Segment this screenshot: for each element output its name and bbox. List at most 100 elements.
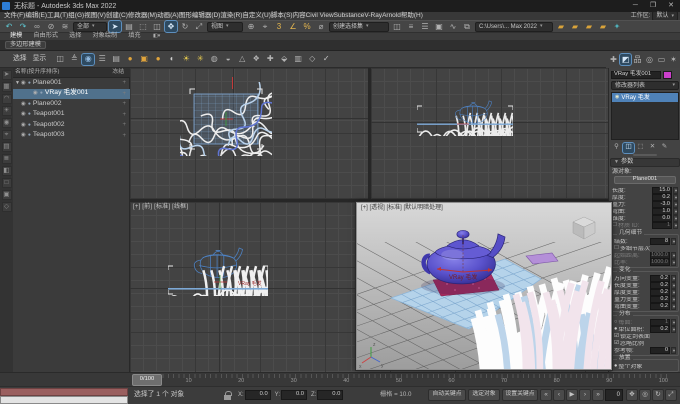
- explorer-sort-header[interactable]: 名称(按升序排序): [15, 69, 59, 76]
- select-and-rotate-icon[interactable]: ↻: [179, 21, 191, 32]
- param-value[interactable]: 0.2: [652, 194, 672, 201]
- select-and-move-icon[interactable]: ✥: [164, 20, 178, 33]
- render-elements-icon[interactable]: ◍: [208, 54, 220, 65]
- eye-icon[interactable]: ◉: [21, 101, 26, 108]
- eye-icon[interactable]: ◉: [33, 90, 38, 97]
- viewport-label[interactable]: [+] [透视] [标准] [默认明暗处理]: [361, 205, 443, 211]
- spinner-snap-toggle-icon[interactable]: ⌀: [315, 21, 327, 32]
- hierarchy-tab-icon[interactable]: 品: [632, 54, 643, 65]
- go-to-start-button[interactable]: «: [540, 389, 552, 401]
- next-frame-button[interactable]: ›: [579, 389, 591, 401]
- toggle-scene-explorer-icon[interactable]: ◉: [81, 52, 96, 66]
- menu-item[interactable]: 创建(C): [106, 12, 128, 19]
- explorer-filter-icon[interactable]: ◉: [1, 118, 12, 128]
- select-object-icon[interactable]: ➤: [108, 20, 122, 33]
- param-row[interactable]: 厚度变量: 0.2: [612, 289, 678, 296]
- menu-item[interactable]: 文件(F): [4, 12, 25, 19]
- spinner[interactable]: [671, 238, 676, 245]
- menu-item[interactable]: V-Ray: [364, 12, 382, 19]
- object-name[interactable]: Plane002: [33, 100, 62, 108]
- explorer-filter-icon[interactable]: ☀: [1, 106, 12, 116]
- rectangular-selection-region-icon[interactable]: ⬚: [137, 21, 149, 32]
- param-value[interactable]: 1000.0: [650, 259, 670, 266]
- spinner[interactable]: [671, 289, 676, 296]
- menu-item[interactable]: 组(G): [68, 12, 84, 19]
- spinner[interactable]: [671, 296, 676, 303]
- explorer-menu[interactable]: 显示: [33, 55, 47, 63]
- ribbon-tab[interactable]: 自由形式: [33, 33, 58, 39]
- time-slider-handle[interactable]: 0/100: [132, 374, 162, 386]
- param-value[interactable]: 1.0: [652, 208, 672, 215]
- vray-toolbar-icon[interactable]: ✓: [320, 54, 332, 65]
- spinner[interactable]: [673, 201, 678, 208]
- param-value[interactable]: 0.2: [650, 289, 670, 296]
- modifier-list-dropdown[interactable]: 修改器列表 ▾: [611, 81, 679, 90]
- list-item[interactable]: ◉ ● VRay 毛发001 +: [13, 88, 130, 99]
- param-value[interactable]: 1000.0: [650, 252, 670, 259]
- freeze-toggle[interactable]: +: [122, 80, 126, 86]
- auto-key-button[interactable]: 自动关键点: [428, 389, 466, 401]
- state-sets-icon[interactable]: ⬙: [278, 54, 290, 65]
- explorer-filter-icon[interactable]: ▤: [1, 142, 12, 152]
- menu-item[interactable]: 工具(T): [47, 12, 68, 19]
- spinner[interactable]: [671, 326, 676, 333]
- bind-to-space-warp-icon[interactable]: ≋: [59, 21, 71, 32]
- param-row[interactable]: 锁定到表面: [612, 333, 678, 340]
- rendered-frame-window-icon[interactable]: ▣: [138, 54, 150, 65]
- mirror-icon[interactable]: ◫: [54, 54, 66, 65]
- previous-frame-button[interactable]: ‹: [553, 389, 565, 401]
- menu-item[interactable]: 自定义(U): [242, 12, 271, 19]
- ribbon-tab[interactable]: 对象绘制: [93, 33, 118, 39]
- param-row[interactable]: 多细节层次: [612, 245, 678, 252]
- utilities-tab-icon[interactable]: ✶: [668, 54, 679, 65]
- selection-filter-dropdown[interactable]: 全部 ▾: [73, 21, 107, 32]
- explorer-filter-icon[interactable]: □: [1, 178, 12, 188]
- play-button[interactable]: ▶: [566, 389, 578, 401]
- eye-icon[interactable]: ◉: [21, 80, 26, 87]
- list-item[interactable]: ▼ ◉ ● Plane001 +: [13, 78, 130, 89]
- menu-item[interactable]: 图形编辑器(D): [179, 12, 221, 19]
- param-row[interactable]: 方向变量: 0.2: [612, 275, 678, 282]
- param-row[interactable]: 弯曲变量: 0.2: [612, 303, 678, 310]
- folder-save-icon[interactable]: ▰: [583, 21, 595, 32]
- explorer-filter-icon[interactable]: ➤: [1, 70, 12, 80]
- param-row[interactable]: 每面: 1: [612, 319, 678, 326]
- selection-lock-icon[interactable]: [224, 391, 232, 400]
- schematic-view-icon[interactable]: ⧉: [461, 21, 473, 32]
- render-setup-teapot-icon[interactable]: ●: [124, 54, 136, 65]
- explorer-filter-icon[interactable]: ≣: [1, 154, 12, 164]
- toggle-ribbon-icon[interactable]: ▣: [433, 21, 445, 32]
- redo-icon[interactable]: ↷: [17, 21, 29, 32]
- select-and-scale-icon[interactable]: ⤢: [193, 21, 205, 32]
- viewport-left[interactable]: [371, 68, 608, 199]
- object-color-swatch[interactable]: [663, 70, 672, 79]
- param-row[interactable]: 单位面积: 0.2: [612, 326, 678, 333]
- spinner[interactable]: [673, 222, 678, 229]
- coordinate-field[interactable]: X: 0.0: [238, 390, 271, 400]
- snap-toggle-3d-icon[interactable]: 3: [273, 21, 285, 32]
- explorer-filter-icon[interactable]: ◧: [1, 166, 12, 176]
- misc-tool-icon[interactable]: ◇: [306, 54, 318, 65]
- coordinate-field[interactable]: Y: 0.0: [275, 390, 308, 400]
- param-row[interactable]: 参考帧: 0: [612, 347, 678, 354]
- spinner[interactable]: [671, 275, 676, 282]
- select-and-link-icon[interactable]: ∞: [31, 21, 43, 32]
- polygon-modeling-button[interactable]: 多边形建模: [5, 41, 46, 49]
- param-value[interactable]: 0.2: [650, 326, 670, 333]
- create-tab-icon[interactable]: ✚: [608, 54, 619, 65]
- param-value[interactable]: 1: [650, 319, 670, 326]
- menu-item[interactable]: 内容: [293, 12, 306, 19]
- minimize-button[interactable]: ─: [633, 2, 638, 9]
- panel-splitter[interactable]: [633, 154, 657, 156]
- daylight-icon[interactable]: ✳: [194, 54, 206, 65]
- menu-item[interactable]: 编辑(E): [25, 12, 47, 19]
- object-name[interactable]: VRay 毛发001: [45, 90, 88, 97]
- freeze-toggle[interactable]: +: [122, 91, 126, 97]
- align-icon[interactable]: ≡: [405, 21, 417, 32]
- menu-item[interactable]: 帮助(H): [401, 12, 423, 19]
- unlink-selection-icon[interactable]: ⊘: [45, 21, 57, 32]
- spinner[interactable]: [673, 187, 678, 194]
- eye-icon[interactable]: ◉: [21, 111, 26, 118]
- bulb-icon[interactable]: ◉: [615, 95, 619, 100]
- spinner[interactable]: [673, 215, 678, 222]
